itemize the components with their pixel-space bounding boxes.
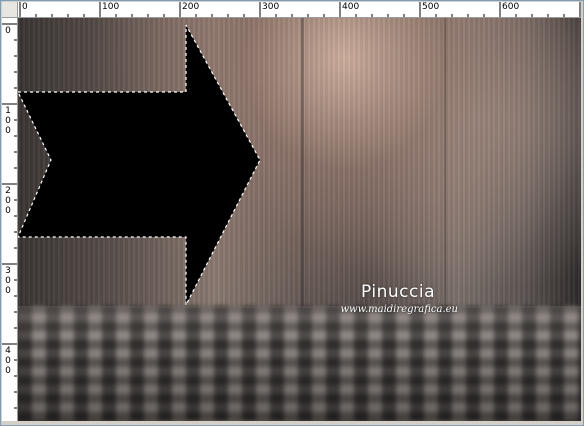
v-ruler-label: 400 — [3, 346, 13, 376]
horizontal-ruler[interactable]: 0 100 200 300 400 500 600 — [18, 2, 581, 18]
window-edge — [581, 18, 583, 421]
h-ruler-label: 600 — [502, 2, 520, 12]
h-ruler-label: 400 — [342, 2, 360, 12]
h-ruler-label: 100 — [102, 2, 120, 12]
v-ruler-label: 200 — [3, 186, 13, 216]
h-ruler-label: 300 — [262, 2, 280, 12]
watermark-name: Pinuccia — [361, 282, 435, 302]
h-ruler-label: 500 — [422, 2, 440, 12]
image-window: 0 100 200 300 400 500 600 0 100 200 300 … — [0, 0, 584, 426]
h-ruler-label: 0 — [22, 2, 28, 12]
h-ruler-label: 200 — [182, 2, 200, 12]
watermark-site: www.maidiregrafica.eu — [340, 304, 458, 315]
v-ruler-label: 0 — [3, 26, 13, 36]
arrow-selection[interactable] — [18, 18, 581, 421]
vertical-ruler[interactable]: 0 100 200 300 400 — [2, 18, 18, 421]
v-ruler-label: 300 — [3, 266, 13, 296]
ruler-corner — [2, 2, 18, 18]
arrow-fill — [18, 25, 260, 305]
v-ruler-label: 100 — [3, 106, 13, 136]
image-canvas[interactable]: Pinuccia www.maidiregrafica.eu — [18, 18, 581, 421]
